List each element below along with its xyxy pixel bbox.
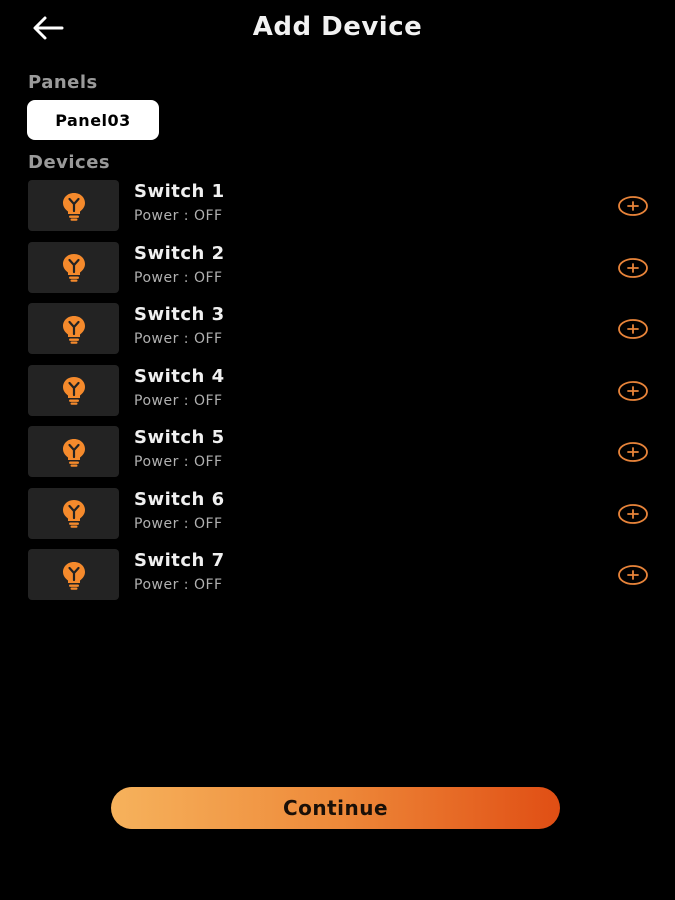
plus-circle-icon [618, 196, 648, 216]
add-device-button[interactable] [617, 380, 649, 402]
device-row: Switch 6 Power : OFF [0, 487, 675, 539]
plus-circle-icon [618, 380, 648, 401]
device-status: Power : OFF [134, 208, 223, 224]
bulb-icon [62, 254, 85, 282]
panels-section-label: Panels [28, 72, 98, 93]
add-device-button[interactable] [617, 318, 649, 340]
device-row: Switch 1 Power : OFF [0, 180, 675, 231]
plus-circle-icon [618, 503, 648, 524]
device-status: Power : OFF [134, 515, 223, 532]
header: Add Device [0, 0, 675, 60]
bulb-icon [62, 500, 85, 528]
panel-chip[interactable]: Panel03 [27, 100, 159, 140]
bulb-icon [62, 192, 85, 221]
device-name: Switch 2 [134, 242, 225, 264]
device-name: Switch 5 [134, 427, 225, 448]
devices-section-label: Devices [28, 152, 111, 173]
device-name: Switch 3 [134, 304, 225, 325]
add-device-button[interactable] [617, 564, 649, 586]
device-icon-tile [28, 180, 119, 231]
device-name: Switch 6 [134, 488, 225, 510]
plus-circle-icon [618, 442, 648, 462]
device-name: Switch 7 [134, 550, 225, 571]
add-device-button[interactable] [617, 441, 649, 463]
bulb-icon [62, 315, 85, 344]
continue-button[interactable]: Continue [111, 787, 560, 829]
add-device-button[interactable] [617, 503, 649, 525]
device-row: Switch 7 Power : OFF [0, 549, 675, 600]
add-device-button[interactable] [617, 195, 649, 217]
device-status: Power : OFF [134, 392, 223, 409]
device-list: Switch 1 Power : OFF Switch 2 Power : OF… [0, 180, 675, 611]
page-title: Add Device [252, 12, 423, 42]
device-icon-tile [28, 303, 119, 354]
device-status: Power : OFF [134, 269, 223, 286]
device-row: Switch 2 Power : OFF [0, 241, 675, 293]
bulb-icon [62, 377, 85, 405]
add-device-button[interactable] [617, 257, 649, 279]
device-row: Switch 5 Power : OFF [0, 426, 675, 477]
device-icon-tile [28, 364, 119, 416]
device-icon-tile [28, 487, 119, 539]
device-status: Power : OFF [134, 577, 223, 593]
plus-circle-icon [618, 257, 648, 278]
plus-circle-icon [618, 565, 648, 585]
plus-circle-icon [618, 319, 648, 339]
device-status: Power : OFF [134, 331, 223, 347]
device-row: Switch 3 Power : OFF [0, 303, 675, 354]
bulb-icon [62, 438, 85, 467]
device-icon-tile [28, 241, 119, 293]
device-name: Switch 1 [134, 181, 225, 202]
device-icon-tile [28, 426, 119, 477]
bulb-icon [62, 561, 85, 590]
device-status: Power : OFF [134, 454, 223, 470]
device-icon-tile [28, 549, 119, 600]
device-row: Switch 4 Power : OFF [0, 364, 675, 416]
device-name: Switch 4 [134, 365, 225, 387]
